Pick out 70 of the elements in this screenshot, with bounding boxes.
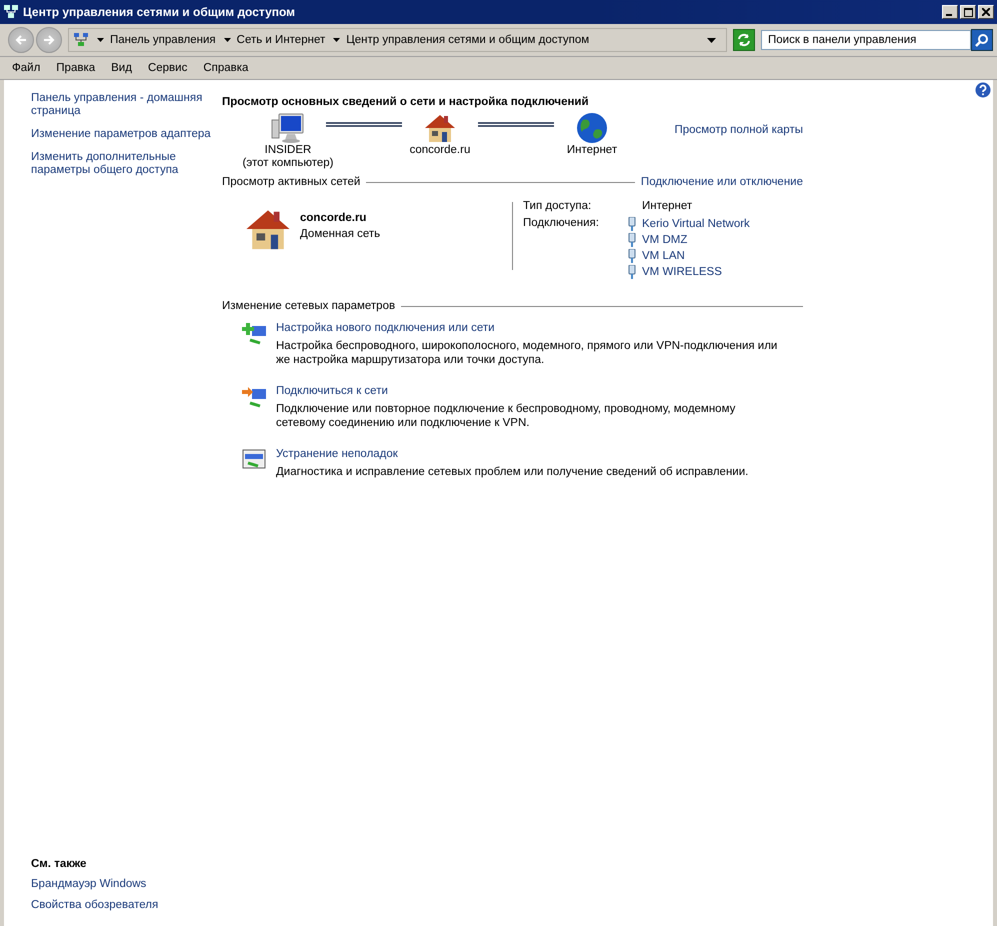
help-icon[interactable] [975, 82, 991, 98]
search-field[interactable]: Поиск в панели управления [761, 30, 971, 50]
breadcrumb[interactable]: Панель управления [110, 34, 216, 46]
task-link[interactable]: Подключиться к сети [276, 385, 786, 397]
node-label: INSIDER [264, 144, 312, 157]
menu-item[interactable]: Файл [4, 62, 48, 74]
task-description: Диагностика и исправление сетевых проблем или получение сведений об исправлении. [276, 465, 750, 479]
menu-item[interactable]: Справка [195, 62, 256, 74]
sidebar-link[interactable]: Изменение параметров адаптера [31, 128, 222, 141]
section-heading: Изменение сетевых параметров [222, 300, 396, 312]
minimize-button[interactable] [942, 5, 958, 19]
access-type-label: Тип доступа: [523, 200, 592, 212]
node-sublabel: (этот компьютер) [242, 157, 334, 170]
back-icon [14, 33, 28, 47]
connect-disconnect-link[interactable]: Подключение или отключение [640, 176, 803, 188]
back-button[interactable] [8, 27, 34, 53]
connection-link[interactable]: VM LAN [642, 250, 685, 262]
task-link[interactable]: Устранение неполадок [276, 448, 786, 460]
dropdown-icon [707, 38, 716, 42]
network-icon [3, 4, 19, 20]
caret-icon [97, 38, 104, 42]
menu-item[interactable]: Сервис [140, 62, 196, 74]
task-description: Настройка беспроводного, широкополосного, модемного, прямого или VPN-подключения или же настройка маршрутизатора или точки доступа. [276, 339, 778, 367]
network-plug-icon [628, 217, 636, 231]
network-add-icon [242, 322, 268, 346]
network-connect-icon [242, 385, 268, 409]
menu-item[interactable]: Вид [103, 62, 140, 74]
forward-icon [42, 33, 56, 47]
maximize-button[interactable] [960, 5, 976, 19]
maximize-icon [964, 8, 972, 16]
network-icon [73, 32, 89, 48]
breadcrumb[interactable]: Сеть и Интернет [236, 34, 326, 46]
close-button[interactable] [978, 5, 994, 19]
task-description: Подключение или повторное подключение к беспроводному, проводному, модемному сетевому соединению или подключение к VPN. [276, 402, 736, 430]
network-plug-icon [628, 265, 636, 279]
caret-icon [224, 38, 231, 42]
computer-icon [271, 112, 305, 144]
connection-link[interactable]: VM WIRELESS [642, 266, 722, 278]
search-button[interactable] [971, 29, 993, 51]
network-plug-icon [628, 233, 636, 247]
sidebar-link[interactable]: Панель управления - домашняя страница [31, 92, 222, 118]
menu-item[interactable]: Правка [48, 62, 104, 74]
access-type-value: Интернет [642, 200, 694, 212]
network-plug-icon [628, 249, 636, 263]
see-also-link[interactable]: Свойства обозревателя [31, 899, 222, 912]
network-type: Доменная сеть [300, 228, 380, 240]
window-title: Центр управления сетями и общим доступом [23, 5, 296, 19]
address-bar[interactable]: Панель управления Сеть и Интернет Центр управления сетями и общим доступом [68, 28, 727, 52]
refresh-button[interactable] [733, 29, 755, 51]
see-also-link[interactable]: Брандмауэр Windows [31, 878, 222, 891]
see-also-heading: См. также [31, 858, 88, 870]
network-name: concorde.ru [300, 212, 368, 224]
sidebar-link[interactable]: Изменить дополнительные параметры общего доступа [31, 151, 222, 177]
section-heading: Просмотр активных сетей [222, 176, 360, 188]
forward-button[interactable] [36, 27, 62, 53]
page-heading: Просмотр основных сведений о сети и настройка подключений [222, 96, 590, 108]
close-icon [982, 8, 990, 16]
node-label: Интернет [566, 144, 618, 157]
search-icon [975, 33, 989, 47]
refresh-icon [737, 33, 751, 47]
connection-link[interactable]: VM DMZ [642, 234, 688, 246]
connections-label: Подключения: [523, 217, 599, 231]
house-icon [423, 112, 457, 144]
caret-icon [333, 38, 340, 42]
connection-link[interactable]: Kerio Virtual Network [642, 218, 750, 230]
node-label: concorde.ru [410, 144, 470, 157]
globe-icon [575, 112, 609, 144]
task-link[interactable]: Настройка нового подключения или сети [276, 322, 786, 334]
full-map-link[interactable]: Просмотр полной карты [674, 124, 803, 136]
breadcrumb[interactable]: Центр управления сетями и общим доступом [346, 34, 590, 46]
